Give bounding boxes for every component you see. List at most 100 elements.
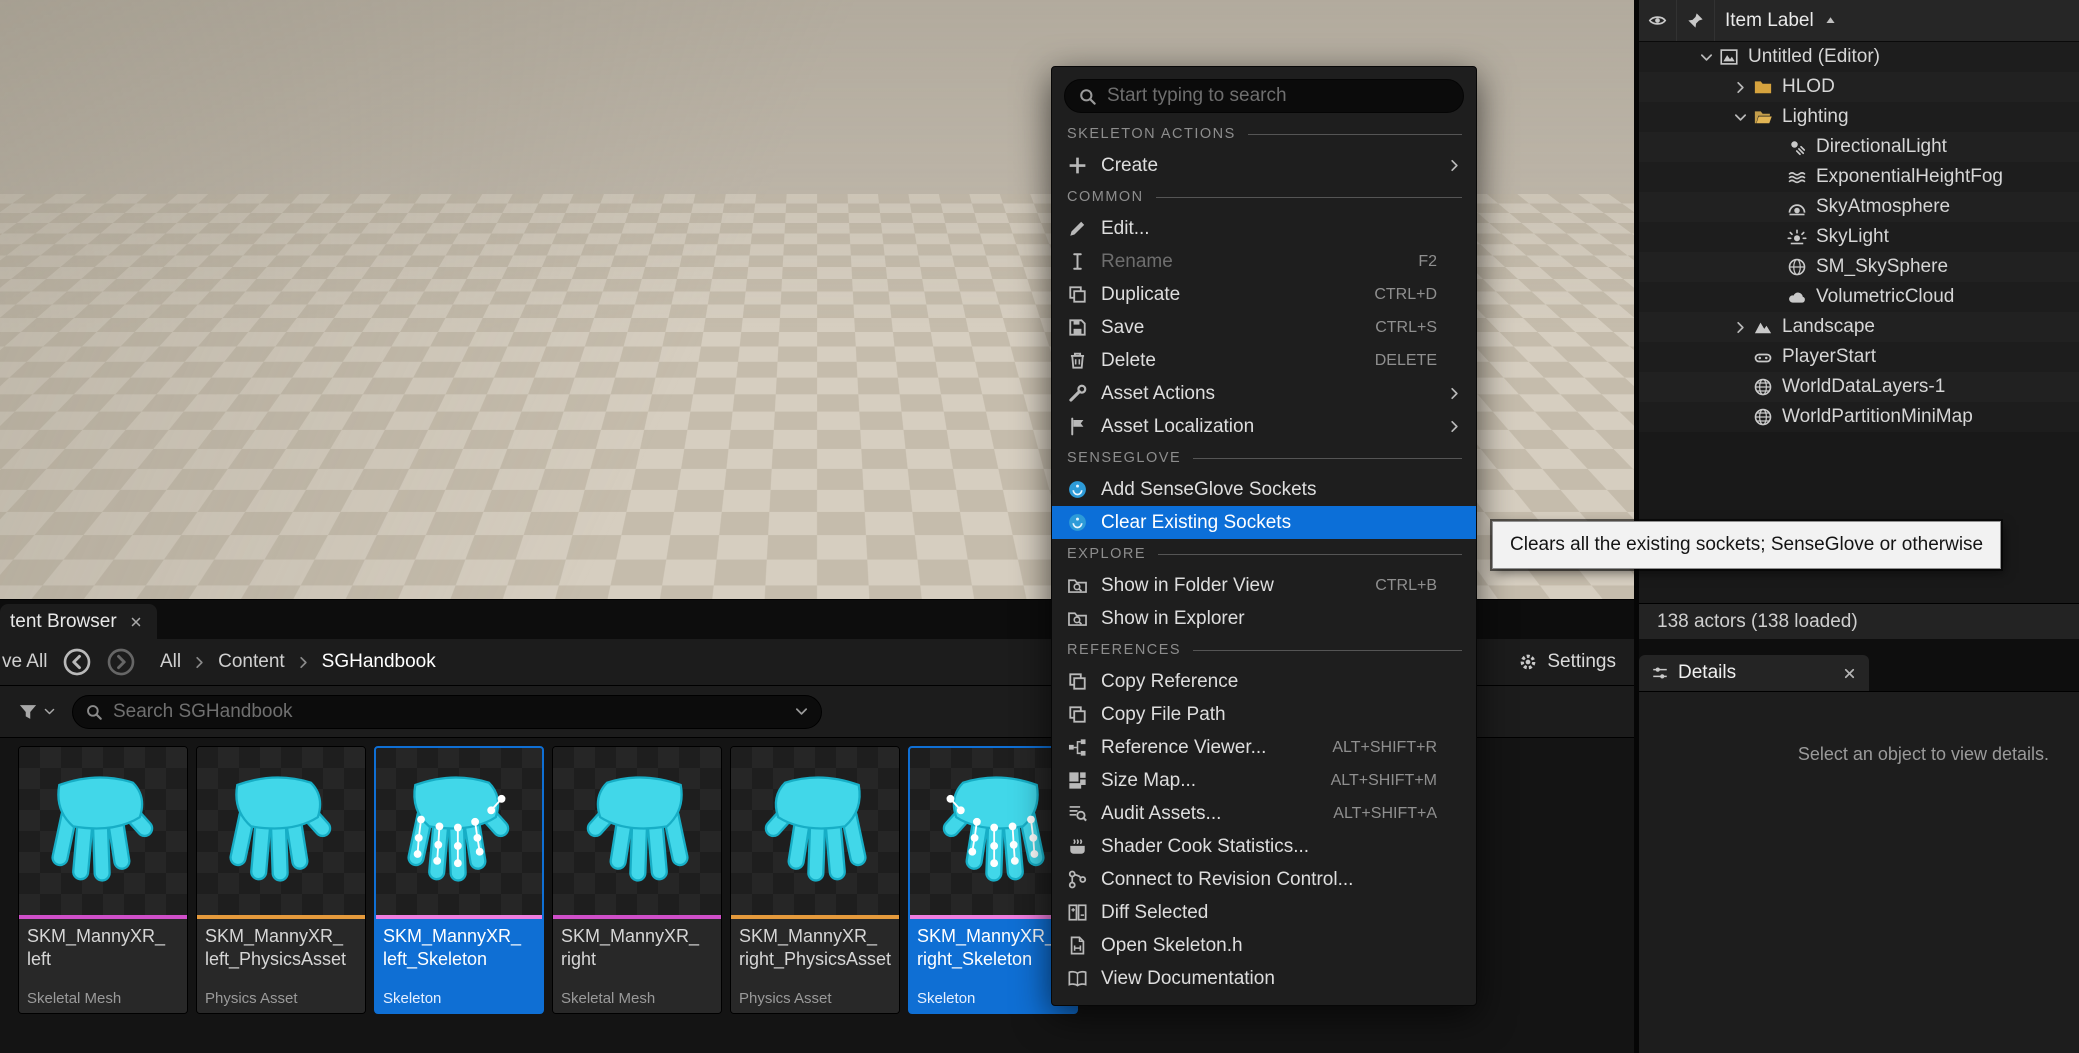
menu-row[interactable]: SENSEGLOVE [1052, 443, 1476, 473]
save-all-button[interactable]: ve All [0, 651, 48, 673]
menu-item-label: EXPLORE [1067, 546, 1146, 562]
tree-expander-icon[interactable] [1729, 317, 1751, 337]
asset-tile[interactable]: SKM_MannyXR_right Skeletal Mesh [552, 746, 722, 1014]
menu-row[interactable]: Clear Existing Sockets [1052, 506, 1476, 539]
outliner-row[interactable]: Landscape [1639, 312, 2079, 342]
menu-row[interactable]: EXPLORE [1052, 539, 1476, 569]
menu-row[interactable]: Delete DELETE [1052, 344, 1476, 377]
actor-label: Untitled (Editor) [1748, 46, 1880, 68]
menu-row[interactable]: Reference Viewer... ALT+SHIFT+R [1052, 731, 1476, 764]
menu-row[interactable]: Add SenseGlove Sockets [1052, 473, 1476, 506]
outliner-status-bar: 138 actors (138 loaded) [1639, 603, 2079, 639]
submenu-arrow-icon [1447, 386, 1462, 401]
sort-ascending-icon[interactable] [1824, 14, 1837, 27]
outliner-row[interactable]: ExponentialHeightFog [1639, 162, 2079, 192]
outliner-row[interactable]: SkyAtmosphere [1639, 192, 2079, 222]
actor-label: SkyAtmosphere [1816, 196, 1950, 218]
outliner-row[interactable]: WorldDataLayers-1 [1639, 372, 2079, 402]
breadcrumb-item[interactable]: SGHandbook [285, 651, 436, 673]
breadcrumb-label: All [160, 651, 181, 673]
menu-row[interactable]: Save CTRL+S [1052, 311, 1476, 344]
outliner-row[interactable]: SM_SkySphere [1639, 252, 2079, 282]
item-label-column-header[interactable]: Item Label [1725, 10, 1814, 32]
content-browser-tab[interactable]: tent Browser [0, 604, 157, 639]
menu-row[interactable]: Create [1052, 149, 1476, 182]
outliner-row[interactable]: Lighting [1639, 102, 2079, 132]
pin-column-header[interactable] [1677, 0, 1715, 41]
tree-expander-icon[interactable] [1729, 107, 1751, 127]
asset-thumbnail [375, 747, 543, 915]
menu-item-icon [1067, 155, 1088, 176]
menu-search-input[interactable] [1107, 85, 1450, 107]
settings-label: Settings [1547, 651, 1616, 673]
menu-row[interactable]: Audit Assets... ALT+SHIFT+A [1052, 797, 1476, 830]
menu-row[interactable]: Copy File Path [1052, 698, 1476, 731]
asset-tile[interactable]: SKM_MannyXR_right_PhysicsAsset Physics A… [730, 746, 900, 1014]
menu-row[interactable]: SKELETON ACTIONS [1052, 119, 1476, 149]
outliner-row[interactable]: PlayerStart [1639, 342, 2079, 372]
close-tab-icon[interactable] [129, 615, 143, 629]
asset-tile[interactable]: SKM_MannyXR_left_PhysicsAsset Physics As… [196, 746, 366, 1014]
asset-name: SKM_MannyXR_right [553, 919, 721, 983]
breadcrumb-item[interactable]: Content [181, 651, 285, 673]
menu-row[interactable]: Show in Explorer [1052, 602, 1476, 635]
navigate-back-button[interactable] [62, 647, 92, 677]
outliner-row[interactable]: WorldPartitionMiniMap [1639, 402, 2079, 432]
asset-tile[interactable]: SKM_MannyXR_left Skeletal Mesh [18, 746, 188, 1014]
menu-item-icon [1067, 350, 1088, 371]
menu-item-label: Edit... [1101, 218, 1421, 240]
tree-expander-icon[interactable] [1695, 47, 1717, 67]
asset-search-box[interactable] [72, 695, 822, 729]
settings-button[interactable]: Settings [1518, 651, 1616, 673]
hand-skeleton-thumbnail [390, 762, 528, 900]
menu-row[interactable]: COMMON [1052, 182, 1476, 212]
menu-row[interactable]: Size Map... ALT+SHIFT+M [1052, 764, 1476, 797]
actor-type-icon [1753, 377, 1773, 397]
navigate-forward-button[interactable] [106, 647, 136, 677]
menu-search-box[interactable] [1064, 79, 1464, 113]
menu-row[interactable]: Shader Cook Statistics... [1052, 830, 1476, 863]
search-options-chevron-icon[interactable] [794, 704, 809, 719]
outliner-row[interactable]: DirectionalLight [1639, 132, 2079, 162]
menu-row[interactable]: Duplicate CTRL+D [1052, 278, 1476, 311]
menu-row[interactable]: REFERENCES [1052, 635, 1476, 665]
details-tab[interactable]: Details [1639, 655, 1869, 691]
menu-row[interactable]: Open Skeleton.h [1052, 929, 1476, 962]
asset-type-label: Skeletal Mesh [19, 983, 187, 1013]
asset-tile[interactable]: SKM_MannyXR_left_Skeleton Skeleton [374, 746, 544, 1014]
outliner-row[interactable]: SkyLight [1639, 222, 2079, 252]
menu-row[interactable]: Edit... [1052, 212, 1476, 245]
asset-context-menu: SKELETON ACTIONS Create COMMON Edit... R… [1051, 66, 1477, 1006]
breadcrumb-item[interactable]: All [160, 651, 181, 673]
menu-row[interactable]: Asset Actions [1052, 377, 1476, 410]
menu-row[interactable]: Copy Reference [1052, 665, 1476, 698]
asset-search-input[interactable] [113, 701, 784, 723]
menu-item-shortcut: F2 [1418, 253, 1437, 271]
actor-type-icon [1787, 167, 1807, 187]
menu-item-icon [1067, 770, 1088, 791]
menu-row[interactable]: Rename F2 [1052, 245, 1476, 278]
filter-button[interactable] [18, 702, 56, 722]
visibility-column-header[interactable] [1639, 0, 1677, 41]
menu-item-icon [1067, 671, 1088, 692]
menu-row[interactable]: Diff Selected [1052, 896, 1476, 929]
hand-mesh-thumbnail [34, 762, 172, 900]
actor-type-icon [1753, 77, 1773, 97]
asset-type-label: Physics Asset [197, 983, 365, 1013]
menu-row[interactable]: Asset Localization [1052, 410, 1476, 443]
hand-mesh-thumbnail [212, 762, 350, 900]
menu-row[interactable]: View Documentation [1052, 962, 1476, 995]
actor-label: SkyLight [1816, 226, 1889, 248]
menu-row[interactable]: Connect to Revision Control... [1052, 863, 1476, 896]
menu-item-icon [1067, 737, 1088, 758]
menu-row[interactable]: Show in Folder View CTRL+B [1052, 569, 1476, 602]
menu-item-icon [1067, 416, 1088, 437]
outliner-row[interactable]: HLOD [1639, 72, 2079, 102]
outliner-row[interactable]: VolumetricCloud [1639, 282, 2079, 312]
funnel-icon [18, 702, 38, 722]
tree-expander-icon[interactable] [1729, 77, 1751, 97]
submenu-arrow-icon [1447, 158, 1462, 173]
outliner-row[interactable]: Untitled (Editor) [1639, 42, 2079, 72]
asset-thumbnail [553, 747, 721, 915]
close-details-icon[interactable] [1842, 666, 1857, 681]
